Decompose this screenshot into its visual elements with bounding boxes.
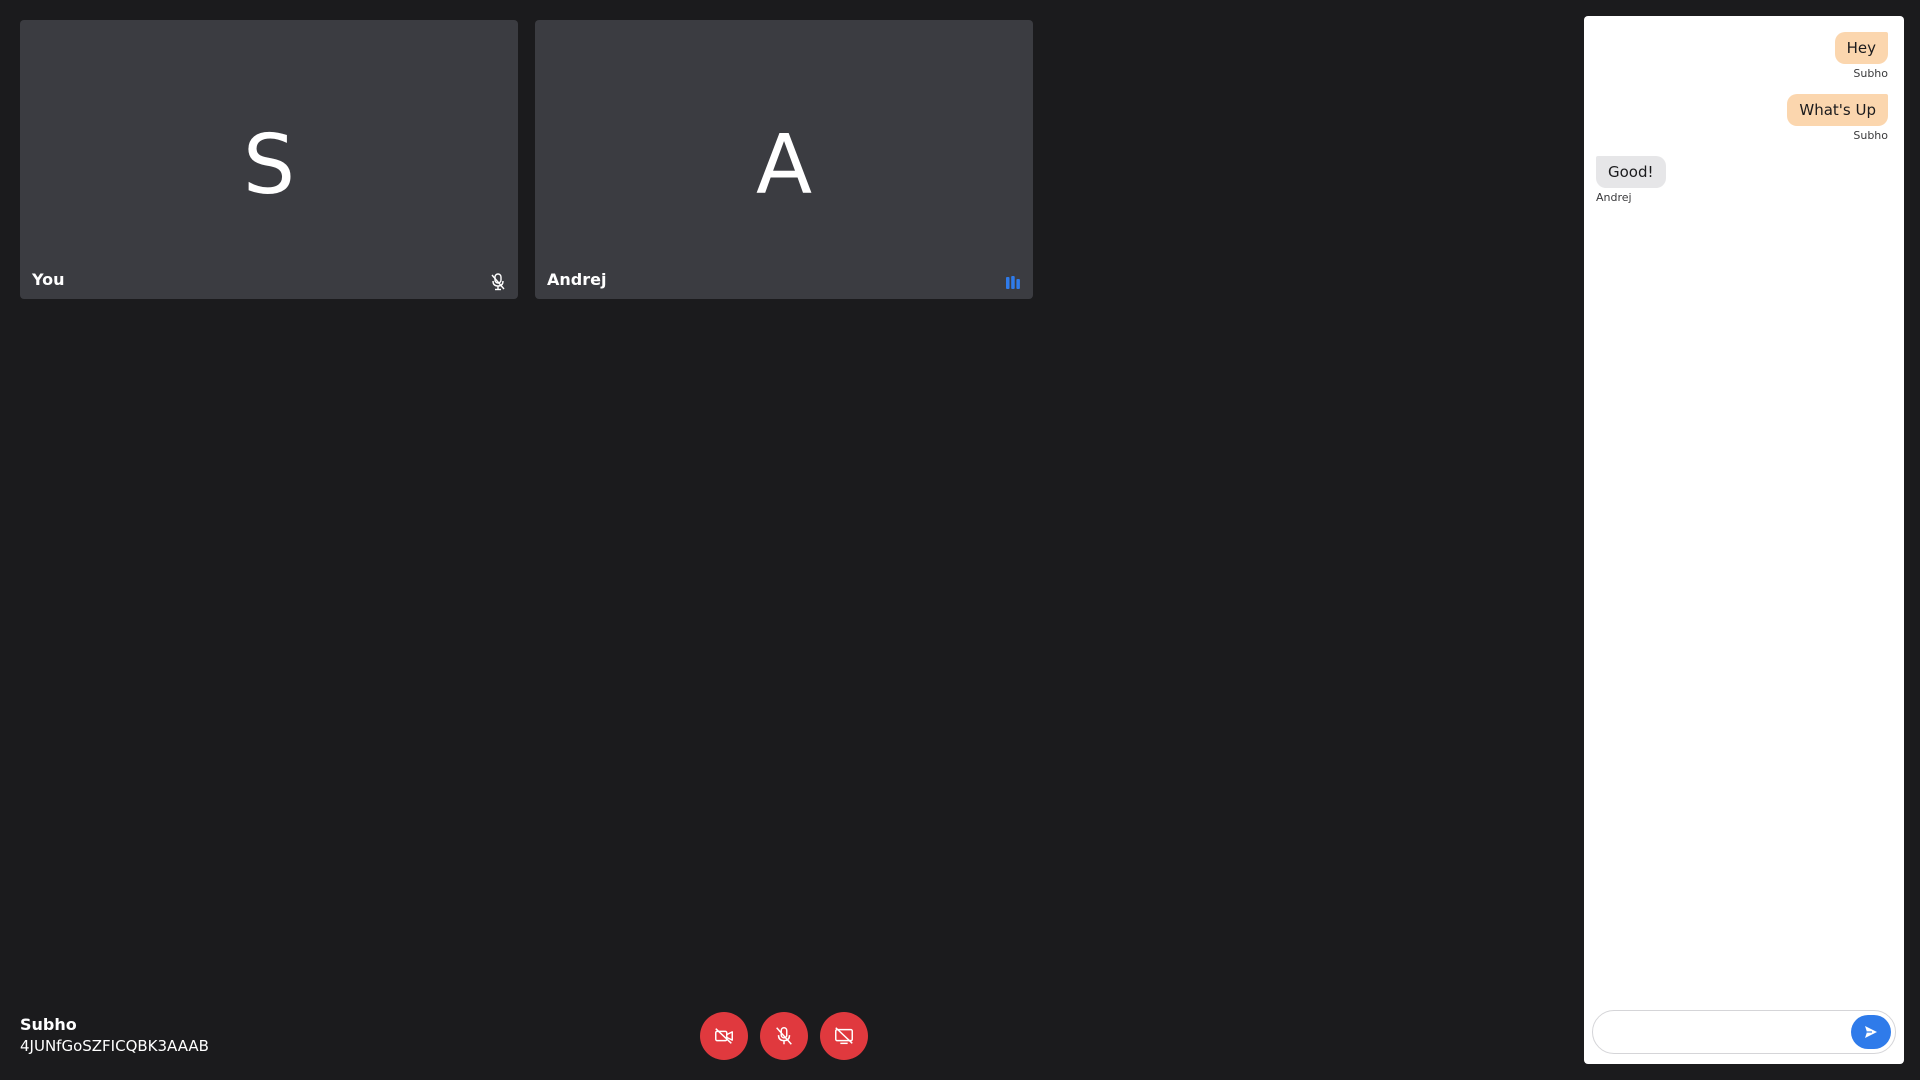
- chat-message: What's Up Subho: [1596, 94, 1888, 142]
- message-sender: Andrej: [1596, 191, 1632, 204]
- chat-messages: Hey Subho What's Up Subho Good! Andrej: [1596, 32, 1888, 218]
- participant-name: You: [32, 270, 65, 289]
- meeting-id: 4JUNfGoSZFICQBK3AAAB: [20, 1037, 209, 1056]
- avatar-initial: S: [242, 118, 296, 213]
- toggle-mic-button[interactable]: [760, 1012, 808, 1060]
- chat-input[interactable]: [1607, 1011, 1841, 1055]
- avatar-initial: A: [755, 118, 813, 213]
- toggle-video-button[interactable]: [700, 1012, 748, 1060]
- toggle-screen-share-button[interactable]: [820, 1012, 868, 1060]
- chat-message: Good! Andrej: [1596, 156, 1888, 204]
- mic-off-icon: [491, 273, 505, 291]
- call-controls: [700, 1012, 868, 1060]
- participant-name: Andrej: [547, 270, 607, 289]
- mic-off-icon: [776, 1027, 792, 1045]
- message-bubble: What's Up: [1787, 94, 1888, 126]
- audio-level-icon: [1006, 276, 1020, 289]
- chat-composer: [1592, 1010, 1896, 1055]
- chat-panel: Hey Subho What's Up Subho Good! Andrej: [1584, 16, 1904, 1064]
- meeting-screen: S You A Andrej Subho 4JUNfGoSZFICQBK3AAA…: [0, 0, 1920, 1080]
- video-tile-you: S You: [20, 20, 518, 299]
- meeting-info: Subho 4JUNfGoSZFICQBK3AAAB: [20, 1014, 209, 1057]
- video-tile-andrej: A Andrej: [535, 20, 1033, 299]
- chat-message: Hey Subho: [1596, 32, 1888, 80]
- send-button[interactable]: [1851, 1015, 1891, 1049]
- message-sender: Subho: [1853, 67, 1888, 80]
- screen-share-off-icon: [835, 1027, 853, 1045]
- user-name: Subho: [20, 1015, 77, 1034]
- video-off-icon: [715, 1028, 733, 1044]
- send-icon: [1865, 1026, 1877, 1038]
- message-bubble: Good!: [1596, 156, 1666, 188]
- message-sender: Subho: [1853, 129, 1888, 142]
- message-bubble: Hey: [1834, 32, 1888, 64]
